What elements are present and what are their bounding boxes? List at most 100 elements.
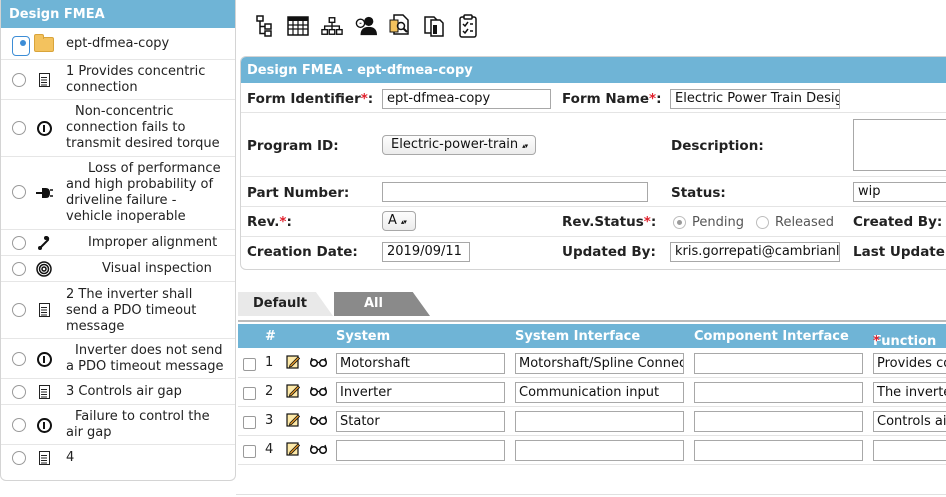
sidebar-item-failure-mode-1[interactable]: Non-concentric connection fails to trans…: [1, 100, 235, 157]
sidebar-radio[interactable]: [12, 303, 26, 317]
glasses-icon[interactable]: [310, 444, 327, 454]
cell-function[interactable]: Provides concentric connection: [873, 353, 946, 374]
glasses-icon[interactable]: [310, 357, 327, 367]
program-id-label: Program ID:: [247, 138, 339, 154]
cell-component-interface[interactable]: [694, 440, 863, 461]
sidebar-item-function-2[interactable]: 2 The inverter shall send a PDO timeout …: [1, 282, 235, 339]
row-checkbox[interactable]: [243, 358, 256, 371]
table-row: 2 Inverter Communication input The inver…: [238, 378, 946, 407]
rev-select[interactable]: A: [382, 211, 416, 231]
sidebar-radio[interactable]: [12, 236, 26, 250]
form-panel: Design FMEA - ept-dfmea-copy Form Identi…: [240, 56, 946, 270]
table-row: 3 Stator Controls air gap: [238, 407, 946, 436]
row-number: 4: [265, 442, 274, 457]
sidebar-radio[interactable]: [12, 36, 30, 56]
sidebar-item-label: Loss of performance and high probability…: [66, 161, 221, 224]
cell-system[interactable]: Motorshaft: [336, 353, 505, 374]
tab-default[interactable]: Default: [238, 292, 333, 316]
sidebar-item-cause-1[interactable]: Improper alignment: [1, 230, 235, 256]
cause-icon: [34, 234, 54, 252]
col-header-component-interface[interactable]: Component Interface: [694, 329, 849, 344]
sidebar-radio[interactable]: [12, 262, 26, 276]
cell-system-interface[interactable]: [515, 411, 684, 432]
tab-all[interactable]: All: [334, 292, 430, 316]
sidebar-radio[interactable]: [12, 451, 26, 465]
glasses-icon[interactable]: [310, 415, 327, 425]
rev-status-pending[interactable]: Pending: [673, 215, 744, 230]
data-grid: # System System Interface Component Inte…: [238, 320, 946, 466]
form-identifier-input[interactable]: ept-dfmea-copy: [382, 89, 551, 109]
hierarchy-icon[interactable]: [321, 13, 343, 39]
row-checkbox[interactable]: [243, 387, 256, 400]
description-textarea[interactable]: [853, 119, 946, 171]
edit-icon[interactable]: [286, 354, 300, 369]
plug-icon: [34, 184, 54, 202]
updated-by-input[interactable]: kris.gorrepati@cambrianl: [670, 242, 840, 262]
sidebar-item-effect-1[interactable]: Loss of performance and high probability…: [1, 157, 235, 230]
radio-pending[interactable]: [673, 216, 686, 229]
row-dates: Creation Date: 2019/09/11 Updated By: kr…: [241, 237, 946, 267]
edit-icon[interactable]: [286, 412, 300, 427]
sidebar-title: Design FMEA: [1, 0, 235, 28]
table-row: 4: [238, 436, 946, 465]
sidebar-radio[interactable]: [12, 185, 26, 199]
program-id-select[interactable]: Electric-power-train: [382, 135, 536, 155]
doc-search-icon[interactable]: [389, 13, 411, 39]
radio-released[interactable]: [756, 216, 769, 229]
status-input[interactable]: wip: [853, 182, 946, 202]
row-part: Part Number: Status: wip: [241, 177, 946, 207]
sidebar-item-label: Inverter does not send a PDO timeout mes…: [66, 343, 224, 374]
table-row: 1 Motorshaft Motorshaft/Spline Connectio…: [238, 349, 946, 378]
sidebar-radio[interactable]: [12, 418, 26, 432]
sidebar-radio[interactable]: [12, 385, 26, 399]
users-icon[interactable]: [355, 13, 377, 39]
sidebar-item-label: Failure to control the air gap: [66, 409, 210, 440]
form-identifier-label: Form Identifier*:: [247, 91, 374, 107]
rev-status-released[interactable]: Released: [756, 215, 834, 230]
tree-icon[interactable]: [253, 13, 275, 39]
edit-icon[interactable]: [286, 383, 300, 398]
cell-system[interactable]: [336, 440, 505, 461]
sidebar-item-function-1[interactable]: 1 Provides concentric connection: [1, 60, 235, 100]
col-header-system-interface[interactable]: System Interface: [515, 329, 640, 344]
rev-status-label: Rev.Status*:: [562, 214, 657, 230]
sidebar-item-label: 1 Provides concentric connection: [66, 64, 206, 95]
creation-date-input[interactable]: 2019/09/11: [382, 242, 470, 262]
edit-icon[interactable]: [286, 441, 300, 456]
cell-component-interface[interactable]: [694, 382, 863, 403]
glasses-icon[interactable]: [310, 386, 327, 396]
form-title: Design FMEA - ept-dfmea-copy: [241, 57, 946, 83]
form-name-input[interactable]: Electric Power Train Design: [670, 89, 840, 109]
cell-system-interface[interactable]: Communication input: [515, 382, 684, 403]
row-number: 3: [265, 413, 274, 428]
cell-function[interactable]: Controls air gap: [873, 411, 946, 432]
part-number-input[interactable]: [382, 182, 648, 202]
sidebar-item-label: Improper alignment: [88, 235, 218, 250]
copy-icon[interactable]: [423, 13, 445, 39]
cell-component-interface[interactable]: [694, 411, 863, 432]
row-checkbox[interactable]: [243, 416, 256, 429]
circle-i-icon: [34, 416, 54, 434]
sidebar-item-failure-mode-2[interactable]: Inverter does not send a PDO timeout mes…: [1, 339, 235, 379]
table-icon[interactable]: [287, 13, 309, 39]
cell-system[interactable]: Stator: [336, 411, 505, 432]
checklist-icon[interactable]: [457, 13, 479, 39]
sidebar-item-root[interactable]: ept-dfmea-copy: [1, 28, 235, 60]
col-header-system[interactable]: System: [336, 329, 390, 344]
sidebar-radio[interactable]: [12, 352, 26, 366]
sidebar-radio[interactable]: [12, 73, 26, 87]
created-by-label: Created By:: [853, 214, 943, 230]
cell-system[interactable]: Inverter: [336, 382, 505, 403]
sidebar-item-function-3[interactable]: 3 Controls air gap: [1, 379, 235, 405]
sidebar-radio[interactable]: [12, 121, 26, 135]
sidebar-item-function-4[interactable]: 4: [1, 445, 235, 471]
cell-component-interface[interactable]: [694, 353, 863, 374]
row-checkbox[interactable]: [243, 445, 256, 458]
cell-system-interface[interactable]: [515, 440, 684, 461]
cell-function[interactable]: The inverter shall send a PDO timeout me…: [873, 382, 946, 403]
cell-system-interface[interactable]: Motorshaft/Spline Connection: [515, 353, 684, 374]
document-icon: [34, 383, 54, 401]
sidebar-item-control-1[interactable]: Visual inspection: [1, 256, 235, 282]
cell-function[interactable]: [873, 440, 946, 461]
sidebar-item-failure-mode-3[interactable]: Failure to control the air gap: [1, 405, 235, 445]
